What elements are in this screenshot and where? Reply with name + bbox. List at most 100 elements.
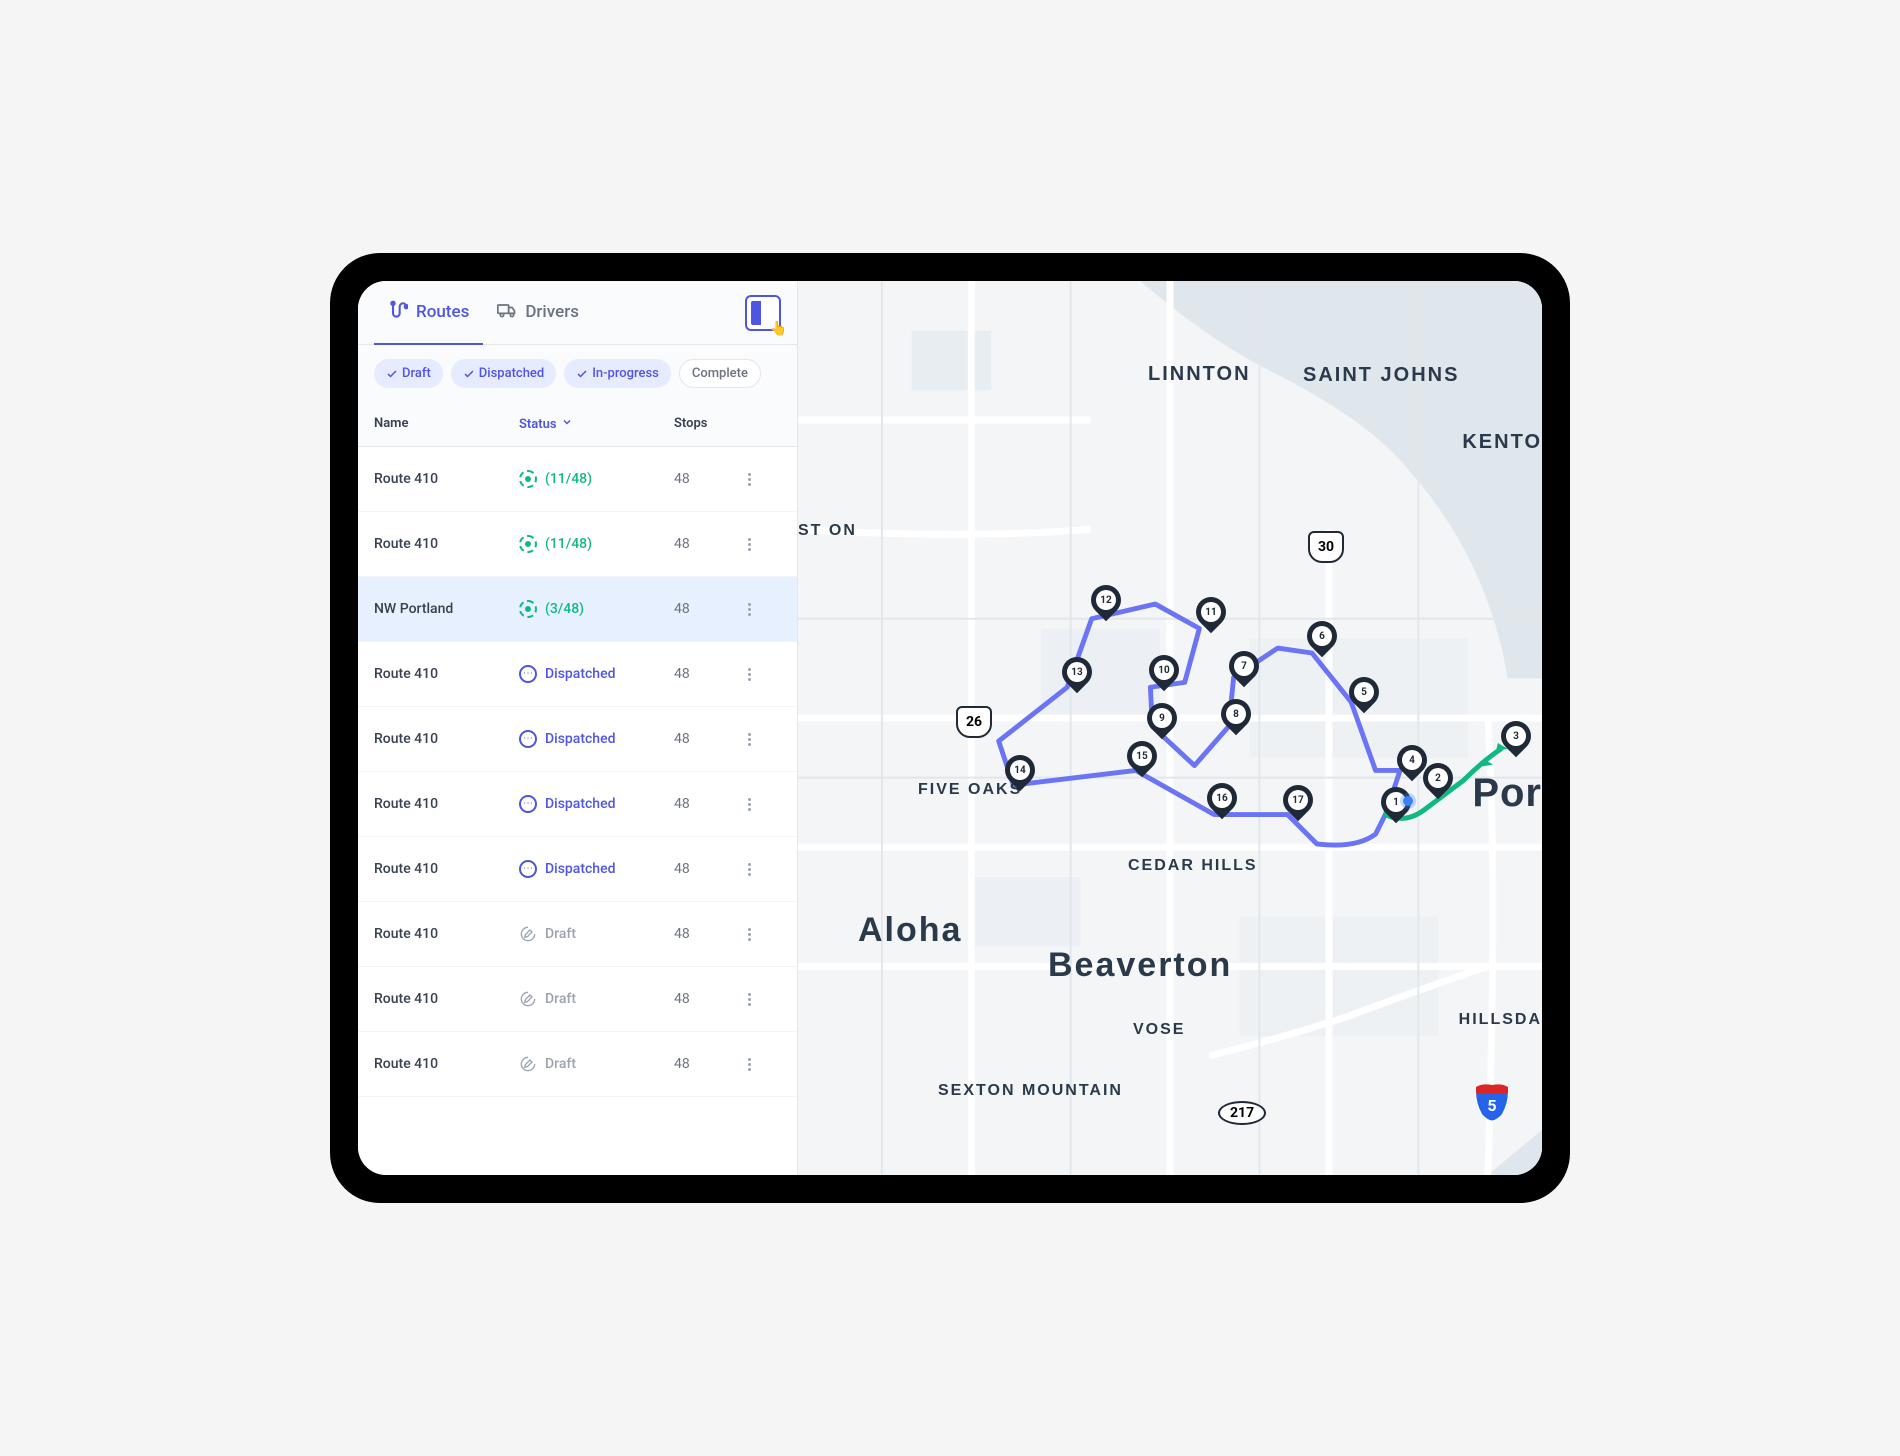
filter-label: Complete — [692, 366, 748, 381]
tab-routes[interactable]: Routes — [374, 281, 483, 346]
col-header-status-label: Status — [519, 417, 557, 432]
row-menu-button[interactable] — [739, 794, 759, 814]
route-name: Route 410 — [374, 926, 519, 942]
draft-icon — [519, 925, 537, 943]
map-pin-15[interactable]: 15 — [1127, 741, 1157, 779]
map-label-linnton: LINNTON — [1148, 363, 1251, 386]
filter-label: In-progress — [592, 366, 659, 381]
map-pin-2[interactable]: 2 — [1423, 763, 1453, 801]
row-menu-button[interactable] — [739, 989, 759, 1009]
row-menu-button[interactable] — [739, 924, 759, 944]
route-row[interactable]: Route 410(11/48) 48 — [358, 512, 797, 577]
route-row[interactable]: Route 410Draft48 — [358, 902, 797, 967]
col-header-stops[interactable]: Stops — [674, 416, 739, 432]
map-view[interactable]: LINNTON SAINT JOHNS KENTO FIVE OAKS ST O… — [798, 281, 1542, 1175]
routes-icon — [388, 300, 408, 325]
route-status: (11/48) — [519, 535, 592, 553]
pin-number: 10 — [1154, 660, 1174, 680]
map-label-aloha: Aloha — [858, 911, 962, 950]
route-row[interactable]: Route 410Dispatched48 — [358, 837, 797, 902]
pin-number: 12 — [1096, 590, 1116, 610]
tab-drivers[interactable]: Drivers — [483, 281, 593, 346]
filter-dispatched[interactable]: Dispatched — [451, 359, 556, 388]
route-list[interactable]: Route 410(11/48)48Route 410(11/48)48NW P… — [358, 447, 797, 1175]
dispatched-icon — [519, 665, 537, 683]
col-header-name[interactable]: Name — [374, 416, 519, 432]
route-stops: 48 — [674, 666, 739, 682]
route-row[interactable]: Route 410Dispatched48 — [358, 642, 797, 707]
filter-in-progress[interactable]: In-progress — [564, 359, 671, 388]
route-stops: 48 — [674, 991, 739, 1007]
app-screen: Routes Drivers 👆 Draft Dispatched In-progr… — [358, 281, 1542, 1175]
route-row[interactable]: Route 410(11/48)48 — [358, 447, 797, 512]
route-row[interactable]: Route 410Draft48 — [358, 967, 797, 1032]
route-name: Route 410 — [374, 731, 519, 747]
tablet-frame: Routes Drivers 👆 Draft Dispatched In-progr… — [330, 253, 1570, 1203]
route-row[interactable]: Route 410Dispatched48 — [358, 707, 797, 772]
map-pin-1[interactable]: 1 — [1381, 787, 1411, 825]
route-stops: 48 — [674, 1056, 739, 1072]
map-label-kenton: KENTO — [1462, 431, 1542, 454]
pin-number: 7 — [1234, 656, 1254, 676]
interstate-5-shield: 5 — [1472, 1081, 1512, 1121]
map-pin-10[interactable]: 10 — [1149, 655, 1179, 693]
pin-number: 5 — [1354, 682, 1374, 702]
filter-draft[interactable]: Draft — [374, 359, 443, 388]
route-status: Dispatched — [519, 665, 615, 683]
map-pin-7[interactable]: 7 — [1229, 651, 1259, 689]
hwy-217-shield: 217 — [1218, 1101, 1266, 1125]
route-stops: 48 — [674, 796, 739, 812]
progress-icon — [519, 470, 537, 488]
sidebar: Routes Drivers 👆 Draft Dispatched In-progr… — [358, 281, 798, 1175]
row-menu-button[interactable] — [739, 859, 759, 879]
map-pin-4[interactable]: 4 — [1397, 745, 1427, 783]
route-row[interactable]: Route 410Dispatched 48 — [358, 772, 797, 837]
pin-number: 14 — [1010, 760, 1030, 780]
map-pin-5[interactable]: 5 — [1349, 677, 1379, 715]
dispatched-icon — [519, 860, 537, 878]
map-pin-13[interactable]: 13 — [1062, 657, 1092, 695]
row-menu-button[interactable] — [739, 599, 759, 619]
row-menu-button[interactable] — [739, 729, 759, 749]
map-pin-6[interactable]: 6 — [1307, 621, 1337, 659]
pin-number: 8 — [1226, 704, 1246, 724]
collapse-sidebar-button[interactable]: 👆 — [745, 295, 781, 331]
map-pin-9[interactable]: 9 — [1147, 703, 1177, 741]
map-label-vose: VOSE — [1133, 1021, 1185, 1039]
row-menu-button[interactable] — [739, 1054, 759, 1074]
route-name: Route 410 — [374, 471, 519, 487]
current-location-dot — [1403, 796, 1413, 806]
map-pin-12[interactable]: 12 — [1091, 585, 1121, 623]
map-pin-8[interactable]: 8 — [1221, 699, 1251, 737]
route-name: Route 410 — [374, 796, 519, 812]
route-status: (11/48) — [519, 470, 592, 488]
route-row[interactable]: Route 410Draft48 — [358, 1032, 797, 1097]
route-name: Route 410 — [374, 536, 519, 552]
tab-routes-label: Routes — [416, 302, 469, 322]
pin-number: 13 — [1067, 662, 1087, 682]
route-status: Dispatched — [519, 795, 615, 813]
draft-icon — [519, 990, 537, 1008]
map-label-saint-johns: SAINT JOHNS — [1303, 363, 1459, 387]
map-pin-16[interactable]: 16 — [1207, 783, 1237, 821]
map-pin-14[interactable]: 14 — [1005, 755, 1035, 793]
table-header: Name Status Stops — [358, 402, 797, 447]
truck-icon — [497, 300, 517, 325]
route-name: Route 410 — [374, 1056, 519, 1072]
route-status: (3/48) — [519, 600, 584, 618]
map-pin-3[interactable]: 3 — [1501, 721, 1531, 759]
row-menu-button[interactable] — [739, 534, 759, 554]
col-header-status[interactable]: Status — [519, 416, 674, 432]
map-label-beaverton: Beaverton — [1048, 946, 1232, 985]
map-pin-17[interactable]: 17 — [1283, 785, 1313, 823]
map-label-stn: ST ON — [798, 521, 857, 542]
row-menu-button[interactable] — [739, 469, 759, 489]
route-row[interactable]: NW Portland(3/48)48 — [358, 577, 797, 642]
map-pin-11[interactable]: 11 — [1196, 597, 1226, 635]
route-stops: 48 — [674, 601, 739, 617]
route-stops: 48 — [674, 536, 739, 552]
pin-number: 11 — [1201, 602, 1221, 622]
map-label-hillsdale: HILLSDA — [1459, 1011, 1542, 1029]
filter-complete[interactable]: Complete — [679, 359, 761, 388]
row-menu-button[interactable] — [739, 664, 759, 684]
